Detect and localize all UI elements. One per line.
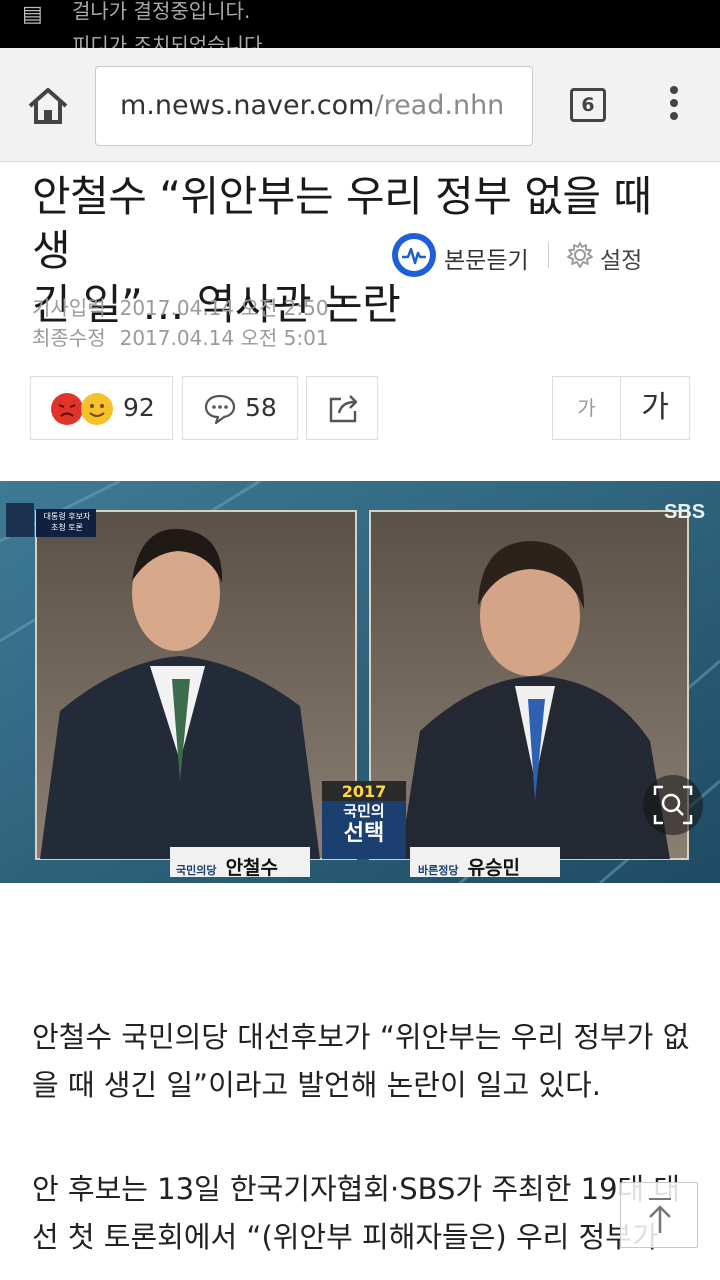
- status-bar: ▤ 걸나가 결정중입니다. 피디가 조치되었습니다: [0, 0, 720, 48]
- left-name: 안철수: [225, 857, 279, 879]
- modified-value: 2017.04.14 오전 5:01: [119, 326, 329, 350]
- font-size-increase-button[interactable]: 가: [621, 377, 689, 439]
- audio-listen-icon: [392, 233, 436, 277]
- modified-label: 최종수정: [32, 326, 106, 350]
- reaction-button[interactable]: 92: [30, 376, 173, 440]
- right-party: 바른정당: [418, 864, 459, 877]
- left-party: 국민의당: [176, 864, 217, 877]
- reaction-count: 92: [123, 393, 155, 422]
- overflow-menu-icon[interactable]: [664, 86, 684, 126]
- comment-button[interactable]: 58: [182, 376, 298, 440]
- notification-line-1: 걸나가 결정중입니다.: [72, 0, 251, 23]
- article-paragraph-2: 안 후보는 13일 한국기자협회·SBS가 주최한 19대 대선 첫 토론회에서…: [32, 1172, 681, 1254]
- program-badge-line-2: 초청 토론: [51, 523, 83, 532]
- settings-label: 설정: [600, 248, 643, 274]
- notification-line-2: 피디가 조치되었습니다: [72, 33, 263, 48]
- tab-count: 6: [581, 94, 595, 116]
- notification-text: 걸나가 결정중입니다. 피디가 조치되었습니다: [72, 0, 262, 48]
- font-size-decrease-button[interactable]: 가: [553, 377, 621, 439]
- url-host: m.news.naver.com: [120, 90, 375, 121]
- published-date: 기사입력 2017.04.14 오전 2:50: [32, 292, 329, 321]
- share-button[interactable]: [306, 376, 378, 440]
- left-caption: 국민의당 안철수: [176, 853, 278, 880]
- listen-label: 본문듣기: [444, 248, 529, 274]
- scroll-to-top-button[interactable]: [620, 1182, 698, 1248]
- url-bar[interactable]: m.news.naver.com/read.nhn: [95, 66, 533, 146]
- font-size-control: 가 가: [552, 376, 690, 440]
- share-icon: [327, 391, 361, 429]
- program-title-line-1: 국민의: [343, 802, 385, 820]
- article-photo[interactable]: SBS 대통령 후보자 초청 토론 2017 국민의 선택 국민의당 안철수 바…: [0, 481, 720, 883]
- published-value: 2017.04.14 오전 2:50: [119, 296, 329, 320]
- smile-emoji-icon: [81, 393, 113, 425]
- modified-date: 최종수정 2017.04.14 오전 5:01: [32, 322, 329, 351]
- comment-count: 58: [245, 393, 277, 422]
- program-title: 국민의 선택: [322, 801, 406, 847]
- program-title-line-2: 선택: [343, 821, 385, 846]
- program-badge: 대통령 후보자 초청 토론: [38, 511, 96, 533]
- angry-emoji-icon: [51, 393, 83, 425]
- url-text: m.news.naver.com/read.nhn: [120, 90, 504, 121]
- published-label: 기사입력: [32, 296, 106, 320]
- program-badge-line-1: 대통령 후보자: [43, 512, 91, 521]
- photo-zoom-button[interactable]: [643, 775, 703, 835]
- notification-icon: ▤: [22, 2, 43, 27]
- home-icon[interactable]: [26, 86, 70, 126]
- program-year: 2017: [341, 782, 387, 801]
- sbs-logo: SBS: [664, 501, 706, 523]
- arrow-up-icon: [649, 1198, 671, 1233]
- right-caption: 바른정당 유승민: [418, 853, 520, 880]
- article-paragraph-1: 안철수 국민의당 대선후보가 “위안부는 우리 정부가 없을 때 생긴 일”이라…: [32, 1020, 690, 1102]
- browser-toolbar: m.news.naver.com/read.nhn 6: [0, 48, 720, 162]
- comment-bubble-icon: [203, 393, 237, 429]
- gear-icon: [566, 241, 594, 269]
- divider: [548, 242, 549, 268]
- tab-switcher-button[interactable]: 6: [570, 88, 606, 122]
- right-name: 유승민: [467, 857, 521, 879]
- zoom-icon: [653, 785, 693, 825]
- url-path: /read.nhn: [374, 90, 505, 121]
